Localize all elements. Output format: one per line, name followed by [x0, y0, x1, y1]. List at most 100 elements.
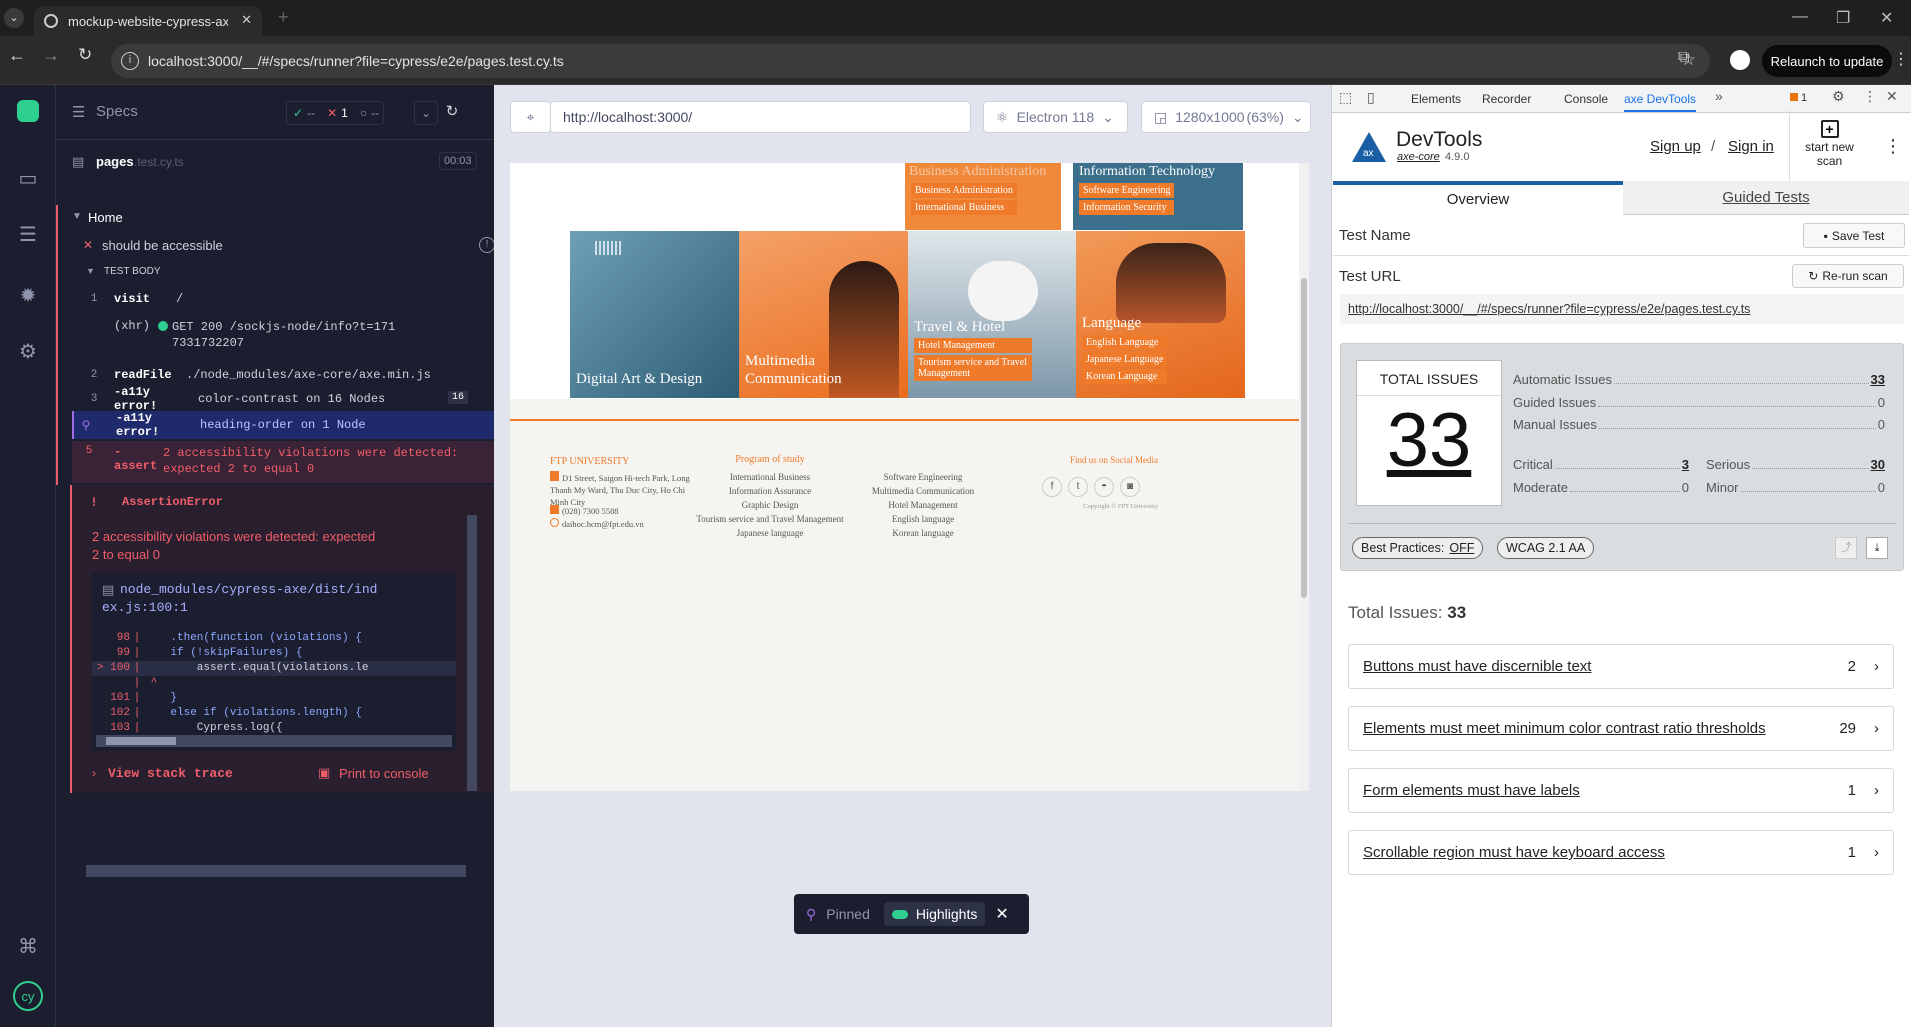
devtools-settings-icon[interactable]: ⚙	[1832, 88, 1845, 105]
program-link[interactable]: International Business	[690, 470, 850, 484]
test-row[interactable]: ✕ should be accessible !	[56, 233, 495, 261]
program-link[interactable]: Software Engineering	[858, 470, 988, 484]
axe-menu-icon[interactable]: ⋮	[1884, 136, 1902, 157]
program-link[interactable]: Multimedia Communication	[858, 484, 988, 498]
runs-nav-icon[interactable]: ☰	[14, 221, 42, 249]
rerun-button[interactable]: ↻	[440, 101, 464, 125]
severity-value[interactable]: 30	[1871, 457, 1885, 472]
debug-nav-icon[interactable]: ✹	[14, 282, 42, 310]
start-new-scan-button[interactable]: + start new scan	[1789, 110, 1869, 182]
minimize-icon[interactable]: —	[1792, 8, 1808, 26]
test-url-box[interactable]: http://localhost:3000/__/#/specs/runner?…	[1340, 294, 1904, 324]
specs-label[interactable]: Specs	[96, 103, 138, 120]
program-link[interactable]: Graphic Design	[690, 498, 850, 512]
print-console-icon[interactable]: ▣	[318, 765, 330, 781]
relaunch-button[interactable]: Relaunch to update	[1762, 45, 1892, 77]
command-a11y-heading-order[interactable]: ⚲ -a11y error! heading-order on 1 Node	[72, 411, 496, 439]
back-icon[interactable]: ←	[8, 45, 26, 66]
browser-menu-icon[interactable]: ⋮	[1893, 49, 1909, 69]
close-pinned-icon[interactable]: ✕	[995, 904, 1008, 924]
forward-icon[interactable]: →	[42, 45, 60, 66]
close-window-icon[interactable]: ✕	[1880, 8, 1893, 28]
aut-vertical-scrollbar[interactable]	[1299, 163, 1309, 791]
tab-search-button[interactable]: ⌄	[4, 8, 24, 28]
toggle-auto-scroll-button[interactable]: ⌄	[414, 101, 438, 125]
instagram-icon[interactable]: ◙	[1120, 477, 1140, 497]
suite-row[interactable]: ▼ Home	[56, 205, 494, 233]
program-tile-language[interactable]: Language English Language Japanese Langu…	[1076, 231, 1245, 398]
program-tile-travel[interactable]: Travel & Hotel Hotel Management Tourism …	[908, 231, 1076, 398]
issue-item[interactable]: Form elements must have labels 1 ›	[1348, 768, 1894, 813]
issue-item[interactable]: Buttons must have discernible text 2 ›	[1348, 644, 1894, 689]
facebook-icon[interactable]: f	[1042, 477, 1062, 497]
program-tile-business[interactable]: Business Administration Business Adminis…	[905, 163, 1061, 230]
code-frame-file-link[interactable]: node_modules/cypress-axe/dist/index.js:1…	[102, 581, 382, 617]
close-tab-icon[interactable]: ✕	[241, 12, 252, 28]
command-a11y-color-contrast[interactable]: 3 -a11y error! color-contrast on 16 Node…	[82, 385, 496, 413]
sign-in-link[interactable]: Sign in	[1728, 138, 1774, 155]
tab-overview[interactable]: Overview	[1333, 181, 1623, 215]
program-link[interactable]: English language	[858, 512, 988, 526]
code-scroll-thumb[interactable]	[106, 737, 176, 745]
stack-chevron-icon[interactable]: ›	[92, 766, 96, 780]
stat-value[interactable]: 33	[1871, 372, 1885, 387]
command-visit[interactable]: 1 visit /	[82, 285, 496, 313]
toggle-switch-icon[interactable]	[891, 909, 908, 919]
error-vertical-scrollbar[interactable]	[467, 515, 477, 791]
collapse-test-body-icon[interactable]: ▼	[86, 266, 95, 276]
command-assert[interactable]: 5 -assert 2 accessibility violations wer…	[72, 441, 496, 483]
twitter-icon[interactable]: t	[1068, 477, 1088, 497]
keyboard-shortcuts-icon[interactable]: ⌘	[14, 933, 42, 961]
issues-badge[interactable]: 1	[1790, 92, 1807, 104]
best-practices-toggle[interactable]: Best Practices: OFF	[1352, 537, 1484, 559]
browser-tab[interactable]: mockup-website-cypress-axe-ir ✕	[34, 6, 262, 36]
restore-icon[interactable]: ❐	[1836, 8, 1850, 28]
rerun-scan-button[interactable]: ↻ Re-run scan	[1792, 264, 1904, 288]
reporter-horizontal-scrollbar[interactable]	[86, 865, 466, 877]
devtools-tab-axe[interactable]: axe DevTools	[1624, 92, 1697, 112]
export-icon[interactable]: ⤓	[1866, 537, 1888, 559]
program-link[interactable]: Japanese language	[690, 526, 850, 540]
print-to-console-button[interactable]: Print to console	[339, 766, 429, 781]
program-tile-multimedia[interactable]: Multimedia Communication	[739, 231, 908, 398]
command-xhr[interactable]: (xhr) GET 200 /sockjs-node/info?t=171733…	[82, 313, 496, 359]
issue-item[interactable]: Scrollable region must have keyboard acc…	[1348, 830, 1894, 875]
sign-up-link[interactable]: Sign up	[1650, 138, 1701, 155]
viewport-selector[interactable]: ◲ 1280x1000 (63%) ⌄	[1141, 101, 1311, 133]
site-info-icon[interactable]: i	[121, 52, 139, 70]
program-tile-digital-art[interactable]: Digital Art & Design	[570, 231, 739, 398]
save-test-button[interactable]: ▪ Save Test	[1803, 223, 1905, 248]
test-info-icon[interactable]: !	[479, 237, 495, 253]
devtools-menu-icon[interactable]: ⋮	[1863, 88, 1877, 105]
devtools-tab-console[interactable]: Console	[1564, 92, 1608, 106]
more-tabs-icon[interactable]: »	[1715, 88, 1723, 104]
severity-value[interactable]: 3	[1682, 457, 1689, 472]
aut-url-bar[interactable]: http://localhost:3000/	[551, 101, 971, 133]
snapchat-icon[interactable]: ◓	[1094, 477, 1114, 497]
browser-selector[interactable]: ⚛ Electron 118 ⌄	[983, 101, 1128, 133]
address-bar[interactable]: i localhost:3000/__/#/specs/runner?file=…	[111, 44, 1710, 78]
profile-avatar[interactable]	[1730, 50, 1750, 70]
devtools-tab-elements[interactable]: Elements	[1411, 92, 1461, 106]
specs-list-icon[interactable]: ☰	[72, 103, 85, 121]
tab-guided-tests[interactable]: Guided Tests	[1623, 181, 1909, 215]
selector-playground-button[interactable]: ⌖	[510, 101, 551, 133]
extensions-icon[interactable]: ⧉	[1678, 49, 1689, 67]
devtools-tab-recorder[interactable]: Recorder	[1482, 92, 1531, 106]
highlights-toggle[interactable]: Highlights	[883, 902, 986, 926]
program-link[interactable]: Hotel Management	[858, 498, 988, 512]
program-tile-it[interactable]: Information Technology Software Engineer…	[1073, 163, 1243, 230]
reload-icon[interactable]: ↻	[78, 45, 92, 65]
test-body-label[interactable]: ▼ TEST BODY	[56, 261, 494, 283]
issue-item[interactable]: Elements must meet minimum color contras…	[1348, 706, 1894, 751]
total-issues-count[interactable]: 33	[1357, 396, 1501, 486]
program-link[interactable]: Korean language	[858, 526, 988, 540]
aut-scroll-thumb[interactable]	[1301, 278, 1307, 598]
settings-nav-icon[interactable]: ⚙	[14, 338, 42, 366]
inspect-element-icon[interactable]: ⬚	[1339, 89, 1352, 106]
aut-iframe[interactable]: Business Administration Business Adminis…	[510, 163, 1309, 791]
program-link[interactable]: Information Assurance	[690, 484, 850, 498]
view-stack-trace-button[interactable]: View stack trace	[108, 766, 233, 781]
cypress-logo-icon[interactable]: cy	[13, 981, 43, 1011]
device-toggle-icon[interactable]: ▯	[1367, 89, 1375, 106]
